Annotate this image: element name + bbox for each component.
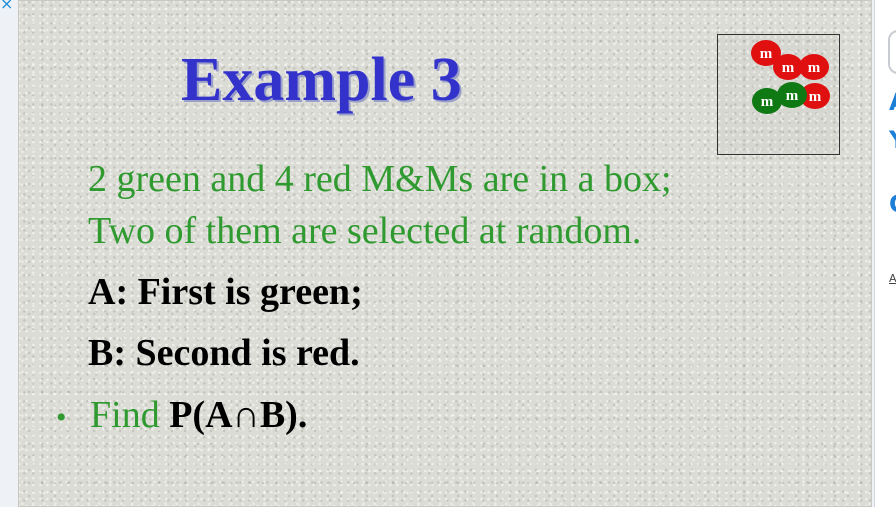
candy-label: m xyxy=(782,60,795,76)
side-link[interactable]: A xyxy=(889,272,896,285)
bullet-icon: • xyxy=(56,401,67,434)
mms-candies-icon: m m m m m m xyxy=(751,40,830,114)
candy-label: m xyxy=(761,94,774,110)
mms-image: m m m m m m xyxy=(717,34,840,155)
find-expression: P(A∩B). xyxy=(169,394,308,436)
event-b: B: Second is red. xyxy=(88,332,360,374)
side-letter-a: A xyxy=(889,88,896,116)
candy-label: m xyxy=(809,89,822,105)
slide: Example 3 m m m m m m 2 green and 4 red … xyxy=(18,0,872,507)
candy-label: m xyxy=(760,46,773,62)
close-icon[interactable]: × xyxy=(0,0,14,12)
problem-line-2: Two of them are selected at random. xyxy=(88,210,642,252)
find-bullet: • Find P(A∩B). xyxy=(56,392,307,441)
side-ring-icon xyxy=(888,30,896,74)
side-letter-c: C xyxy=(889,190,896,218)
side-panel xyxy=(874,0,896,507)
side-letter-y: Y xyxy=(889,126,896,154)
find-label: Find xyxy=(90,394,160,436)
problem-line-1: 2 green and 4 red M&Ms are in a box; xyxy=(88,158,672,200)
candy-label: m xyxy=(808,60,821,76)
event-a: A: First is green; xyxy=(88,271,363,313)
candy-label: m xyxy=(786,88,799,104)
slide-title: Example 3 xyxy=(181,46,462,114)
